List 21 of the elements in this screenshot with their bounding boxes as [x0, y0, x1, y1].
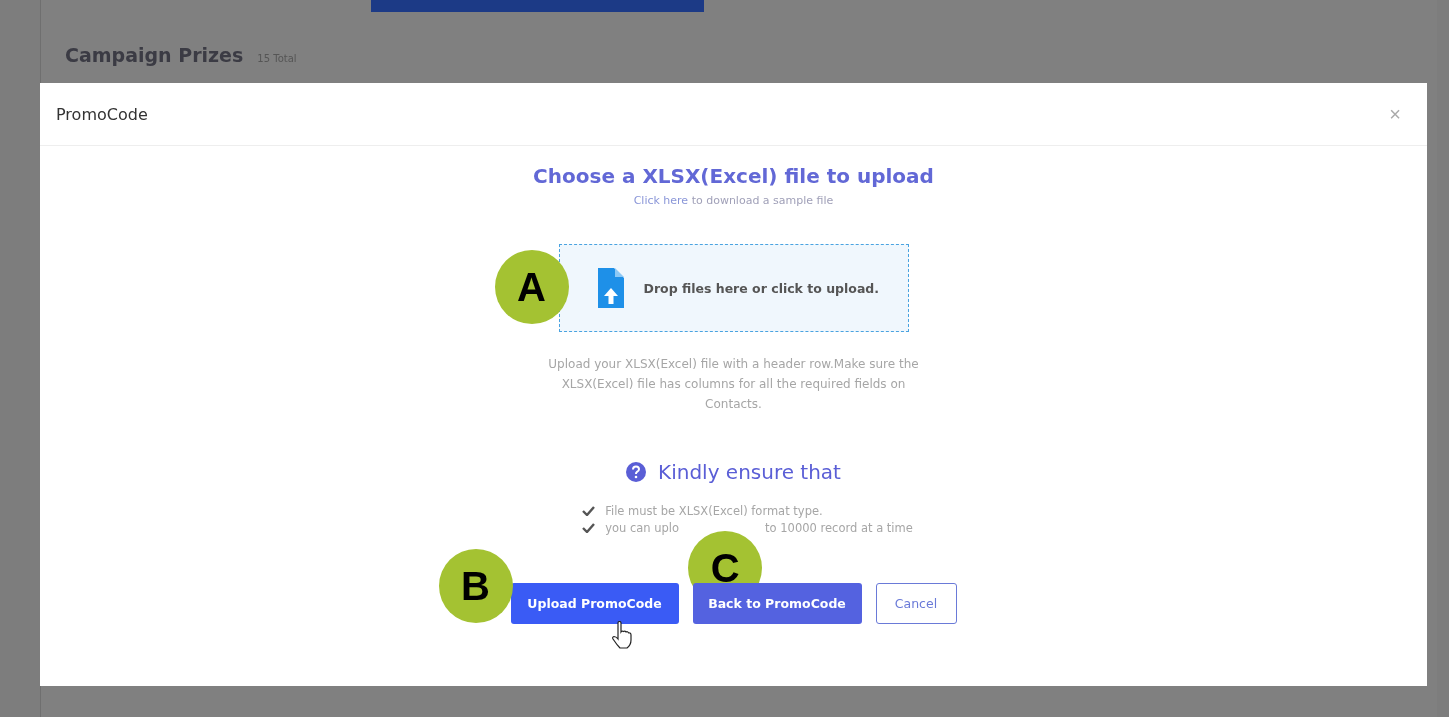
- sample-link[interactable]: Click here: [633, 194, 689, 207]
- file-upload-icon: [597, 268, 624, 308]
- rule-text: File must be XLSX(Excel) format type.: [605, 504, 823, 518]
- action-button[interactable]: Back to PromoCode: [692, 583, 862, 624]
- rule-text: to 10000 record at a time: [765, 521, 913, 535]
- page-title: Campaign Prizes: [65, 44, 244, 66]
- rule-text: you can uplo: [605, 521, 680, 535]
- modal-title: PromoCode: [56, 104, 148, 124]
- help-text: Upload your XLSX(Excel) file with a header row.Make sure the XLSX(Excel) file has columns for all the required fields on Contacts.: [547, 356, 920, 413]
- upload-heading: Choose a XLSX(Excel) file to upload: [533, 164, 934, 188]
- annotation-marker: A: [494, 250, 569, 324]
- check-icon: [582, 506, 596, 516]
- action-button[interactable]: Cancel: [875, 583, 957, 624]
- check-icon: [582, 523, 596, 533]
- hand-cursor-icon: [610, 621, 633, 649]
- action-button[interactable]: Upload PromoCode: [510, 583, 679, 624]
- drop-zone[interactable]: Drop files here or click to upload.: [558, 244, 909, 332]
- help-icon: [626, 462, 647, 482]
- ensure-heading: Kindly ensure that: [658, 460, 841, 484]
- sample-text: Click here to download a sample file: [633, 194, 834, 207]
- annotation-marker: B: [438, 549, 513, 623]
